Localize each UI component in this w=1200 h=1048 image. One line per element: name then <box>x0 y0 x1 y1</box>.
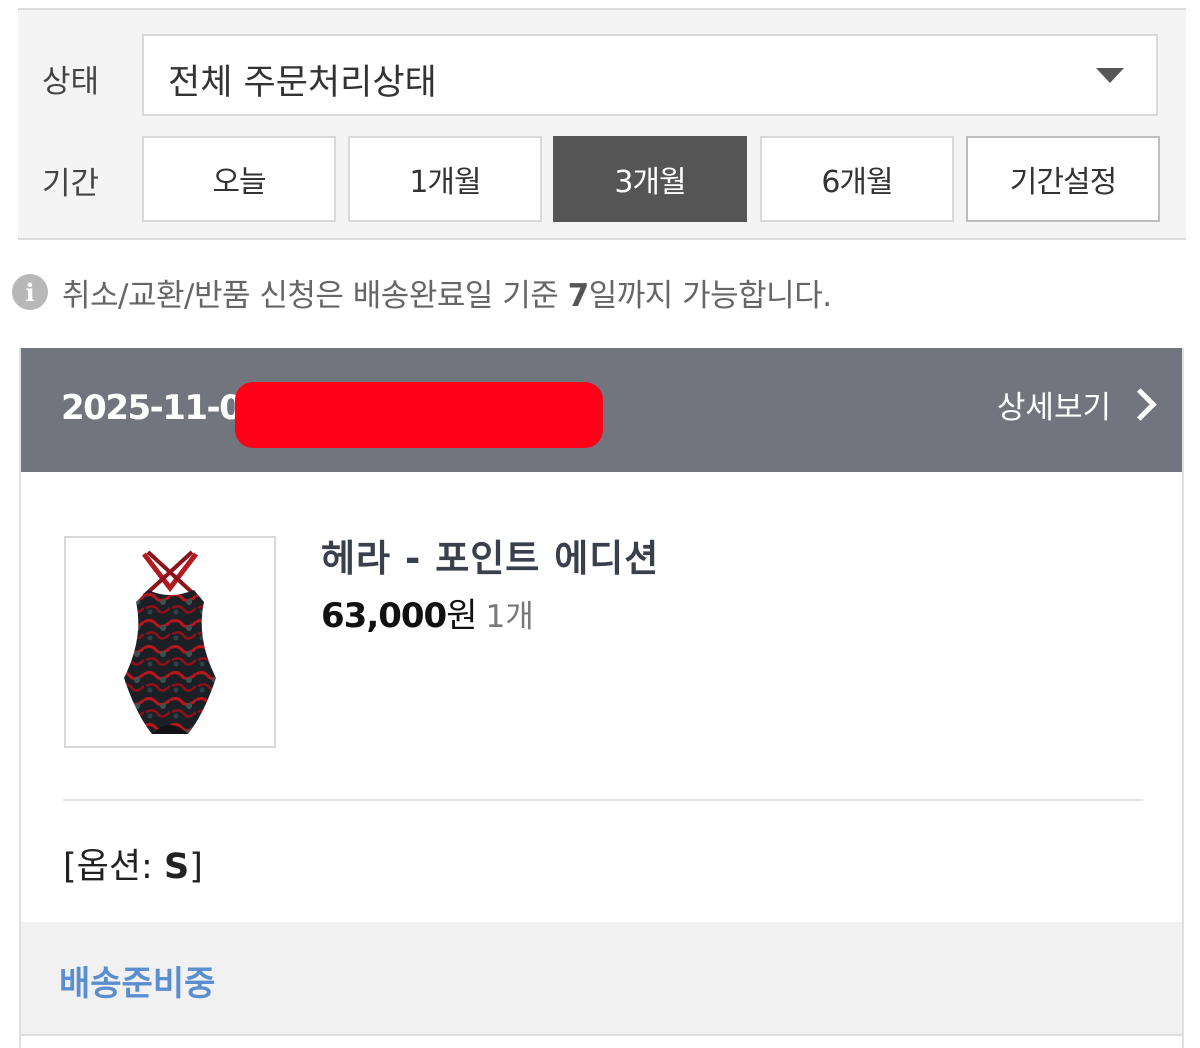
order-status-select[interactable]: 전체 주문처리상태 <box>142 34 1158 116</box>
delivery-status-bar: 배송준비중 <box>21 922 1182 1036</box>
product-quantity: 1개 <box>485 599 534 635</box>
product-price-line: 63,000 원 1개 <box>321 588 534 637</box>
period-button-6month[interactable]: 6개월 <box>760 136 954 222</box>
price-currency: 원 <box>446 596 478 636</box>
status-select-value: 전체 주문처리상태 <box>168 63 437 103</box>
divider <box>63 799 1143 801</box>
detail-link-label: 상세보기 <box>996 390 1111 426</box>
product-price: 63,000 <box>321 596 447 636</box>
info-icon: i <box>12 274 48 310</box>
order-header: 2025-11-03 상세보기 <box>21 348 1182 472</box>
notice-text: 취소/교환/반품 신청은 배송완료일 기준 7일까지 가능합니다. <box>62 277 832 314</box>
product-thumbnail[interactable] <box>64 536 276 748</box>
period-button-3month[interactable]: 3개월 <box>553 136 747 222</box>
product-option: [옵션: S] <box>63 847 203 887</box>
period-label: 기간 <box>42 166 100 202</box>
cancellation-notice: i 취소/교환/반품 신청은 배송완료일 기준 7일까지 가능합니다. <box>12 270 832 314</box>
caret-down-icon <box>1096 68 1124 83</box>
order-filter-panel: 상태 전체 주문처리상태 기간 오늘 1개월 3개월 6개월 기간설정 <box>18 8 1186 240</box>
period-button-today[interactable]: 오늘 <box>142 136 336 222</box>
product-name[interactable]: 헤라 - 포인트 에디션 <box>321 528 659 582</box>
swimsuit-image <box>124 550 216 734</box>
status-label: 상태 <box>42 64 100 100</box>
chevron-right-icon <box>1124 388 1157 421</box>
period-button-custom[interactable]: 기간설정 <box>966 136 1160 222</box>
order-detail-link[interactable]: 상세보기 <box>997 382 1160 427</box>
period-button-1month[interactable]: 1개월 <box>348 136 542 222</box>
delivery-status: 배송준비중 <box>59 964 216 1004</box>
order-card: 2025-11-03 상세보기 헤라 - 포인트 에디션 63,000 원 1개… <box>19 348 1184 1048</box>
redaction-mark <box>235 382 603 448</box>
order-date: 2025-11-03 <box>61 388 265 428</box>
